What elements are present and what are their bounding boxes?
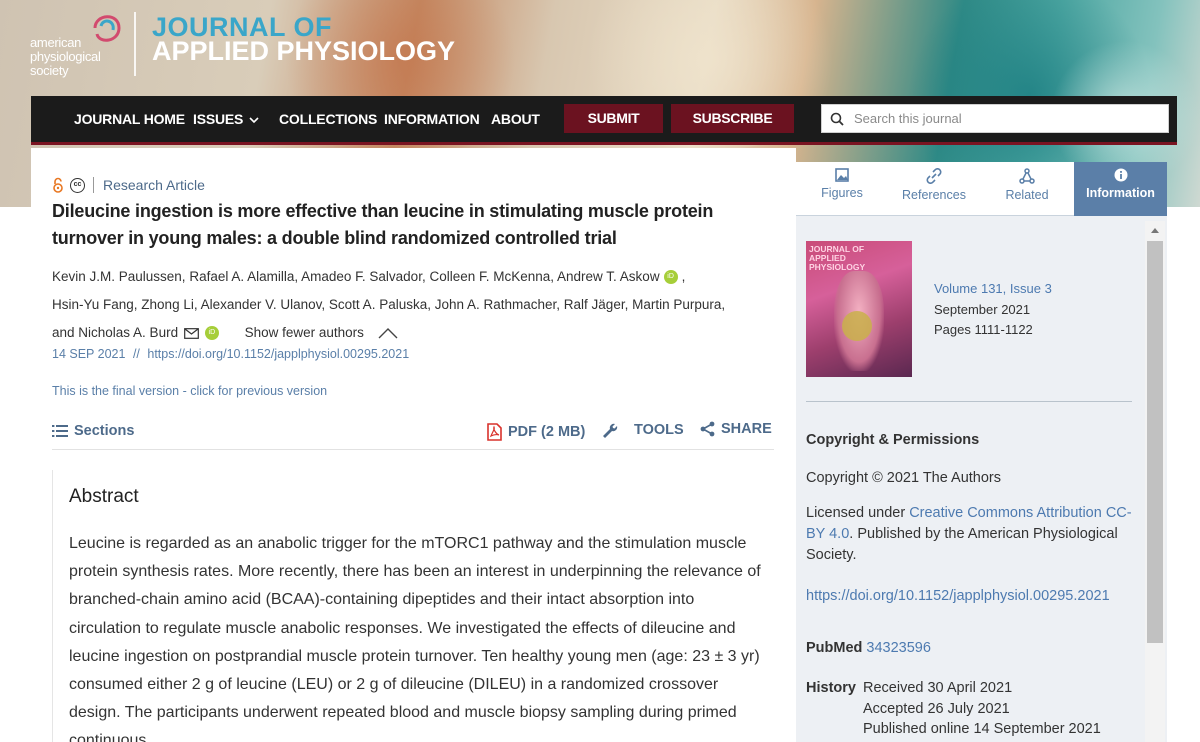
license-text: Licensed under Creative Commons Attribut… [806,505,1132,563]
search-box [821,104,1169,133]
author-line: Kevin J.M. Paulussen, Rafael A. Alamilla… [52,263,782,291]
history-dates: Received 30 April 2021 Accepted 26 July … [863,680,1101,737]
logo-divider [134,12,136,76]
aps-logo[interactable]: american physiological society [30,8,130,80]
author-separator: , [681,269,686,284]
scrollbar-thumb[interactable] [1147,241,1163,643]
abstract-heading: Abstract [69,486,139,507]
orcid-icon[interactable]: iD [204,326,219,341]
tab-figures[interactable]: Figures [796,162,888,216]
nav-information[interactable]: INFORMATION [384,96,480,142]
nav-journal-home[interactable]: JOURNAL HOME [74,96,185,142]
pubmed-link[interactable]: 34323596 [866,640,931,656]
main-nav: JOURNAL HOME ISSUES COLLECTIONS INFORMAT… [31,96,1177,145]
author-list: Kevin J.M. Paulussen, Rafael A. Alamilla… [52,263,782,347]
copyright-heading: Copyright & Permissions [806,432,980,448]
article-toolbar: Sections PDF (2 MB) TOOLS SHARE [52,418,774,450]
volume-link[interactable]: Volume 131, [934,281,1006,296]
article-type[interactable]: Research Article [103,177,205,193]
scroll-up-arrow-icon[interactable] [1151,227,1159,233]
sections-button[interactable]: Sections [52,423,134,439]
version-notice-link[interactable]: This is the final version - click for pr… [52,384,327,398]
pubmed-row: PubMed 34323596 [806,640,931,656]
show-fewer-authors-link[interactable]: Show fewer authors [245,325,364,340]
copyright-text: Copyright © 2021 The Authors [806,470,1002,486]
author-names[interactable]: Hsin-Yu Fang, Zhong Li, Alexander V. Ula… [52,297,725,312]
issue-link[interactable]: Issue 3 [1010,281,1052,296]
submit-button[interactable]: SUBMIT [564,104,663,133]
pdf-button[interactable]: PDF (2 MB) [487,423,585,441]
chevron-down-icon [249,117,259,124]
share-icon [700,421,715,437]
nav-issues[interactable]: ISSUES [193,96,259,142]
subscribe-button[interactable]: SUBSCRIBE [671,104,794,133]
journal-logo-line2: APPLIED PHYSIOLOGY [152,36,456,66]
tab-related[interactable]: Related [981,162,1073,216]
author-names[interactable]: Kevin J.M. Paulussen, Rafael A. Alamilla… [52,269,660,284]
search-icon[interactable] [830,112,844,126]
article-title: Dileucine ingestion is more effective th… [52,201,714,248]
history-label: History [806,680,856,696]
publication-date: 14 SEP 2021 [52,347,126,361]
link-icon [926,168,942,184]
nav-collections[interactable]: COLLECTIONS [279,96,377,142]
info-panel: Figures References Related Information J… [796,162,1167,742]
author-line: Hsin-Yu Fang, Zhong Li, Alexander V. Ula… [52,291,782,319]
creative-commons-icon: cc [70,177,85,193]
date-separator: // [132,347,140,361]
tab-information[interactable]: Information [1074,162,1167,216]
orcid-icon[interactable]: iD [663,270,678,285]
divider [93,177,94,193]
abstract-text: Leucine is regarded as an anabolic trigg… [69,535,761,742]
nav-about[interactable]: ABOUT [491,96,540,142]
open-access-icon [53,177,63,193]
sidebar-doi-link[interactable]: https://doi.org/10.1152/japplphysiol.002… [806,586,1128,607]
journal-logo[interactable]: JOURNAL OF APPLIED PHYSIOLOGY [152,14,456,66]
panel-scrollbar[interactable] [1145,221,1165,742]
search-input[interactable] [854,108,1154,129]
tab-references[interactable]: References [888,162,980,216]
author-names[interactable]: and Nicholas A. Burd [52,325,178,340]
history-section: History Received 30 April 2021 Accepted … [806,678,1101,740]
cover-title: JOURNAL OF APPLIED PHYSIOLOGY [809,244,866,272]
list-icon [52,425,68,437]
issue-info: Volume 131, Issue 3 September 2021 Pages… [934,279,1052,341]
abstract-section: Abstract Leucine is regarded as an anabo… [52,470,774,742]
aps-logo-text: american physiological society [30,35,101,78]
article-type-row: cc Research Article [52,175,205,195]
publication-date-doi: 14 SEP 2021 // https://doi.org/10.1152/j… [52,347,409,361]
divider [806,401,1132,402]
author-line: and Nicholas A. Burd iD Show fewer autho… [52,319,782,347]
info-icon [1114,168,1127,182]
share-button[interactable]: SHARE [700,421,772,437]
mail-icon[interactable] [183,328,199,339]
journal-cover-image[interactable]: JOURNAL OF APPLIED PHYSIOLOGY [806,241,912,377]
pdf-icon [487,423,502,441]
wrench-icon [603,423,618,438]
issue-month: September 2021 [934,301,1031,317]
issue-pages: Pages 1111-1122 [934,322,1033,337]
cover-art [842,311,872,341]
article-main: cc Research Article Dileucine ingestion … [31,148,796,742]
tools-button[interactable]: TOOLS [600,421,684,439]
chevron-up-icon[interactable] [378,327,398,339]
network-icon [1019,168,1035,184]
image-icon [835,168,849,182]
panel-tabs: Figures References Related Information [796,162,1167,216]
doi-link[interactable]: https://doi.org/10.1152/japplphysiol.002… [147,347,409,361]
